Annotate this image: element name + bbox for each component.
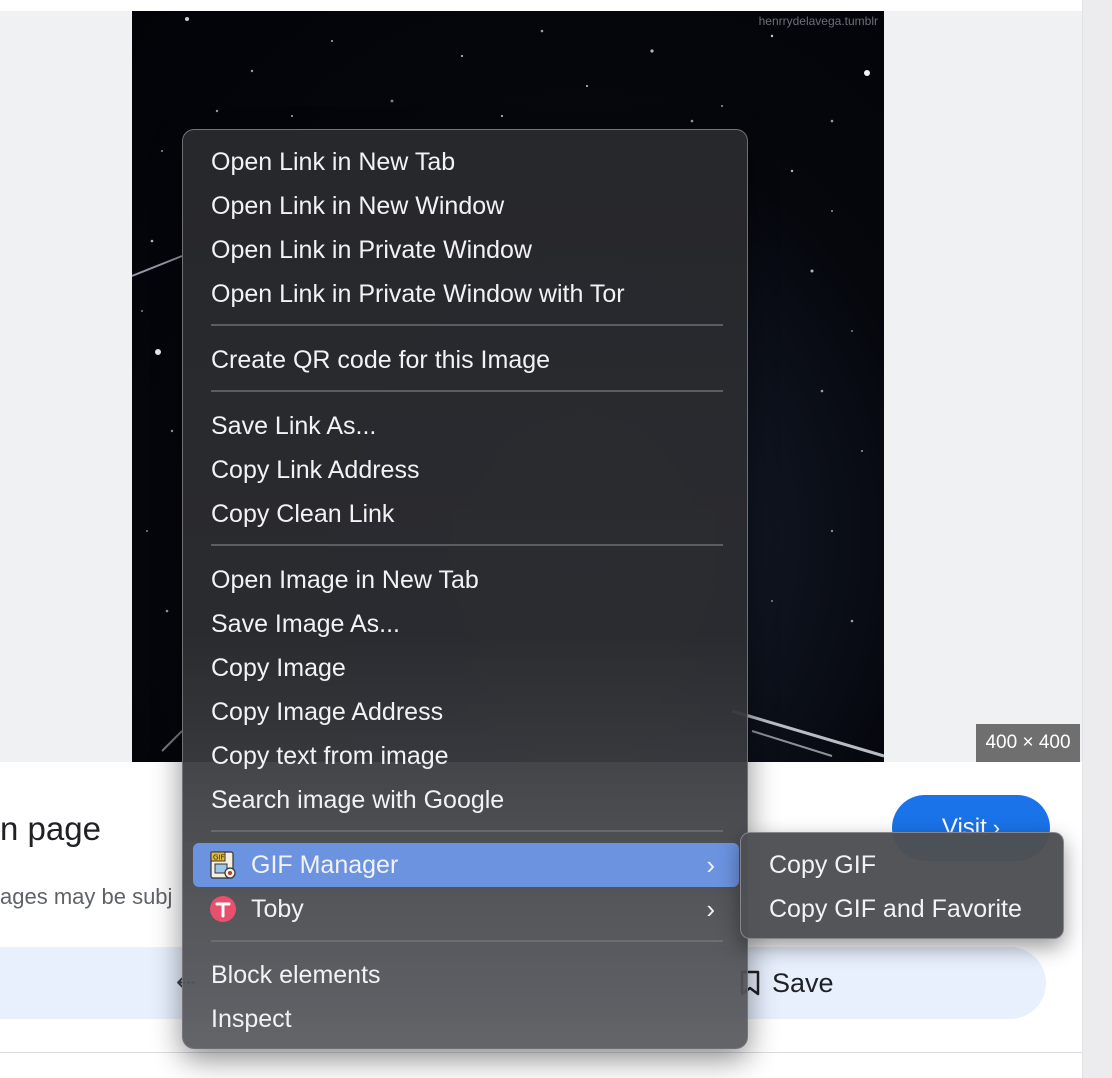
result-title[interactable]: n page [0,810,101,848]
menu-item-create-qr-code[interactable]: Create QR code for this Image [193,338,739,382]
menu-item-save-image-as[interactable]: Save Image As... [193,602,739,646]
context-menu: Open Link in New Tab Open Link in New Wi… [182,129,748,1049]
menu-separator [211,324,723,326]
gif-file-icon: GIF [207,849,239,881]
menu-item-block-elements[interactable]: Block elements [193,953,739,997]
toby-label: Toby [251,895,304,923]
gif-manager-label: GIF Manager [251,851,399,879]
menu-item-save-link-as[interactable]: Save Link As... [193,404,739,448]
menu-item-copy-link-address[interactable]: Copy Link Address [193,448,739,492]
menu-item-copy-image-address[interactable]: Copy Image Address [193,690,739,734]
menu-separator [211,544,723,546]
menu-item-inspect[interactable]: Inspect [193,997,739,1041]
menu-item-search-image-google[interactable]: Search image with Google [193,778,739,822]
toby-logo-icon [207,893,239,925]
menu-item-toby[interactable]: Toby › [193,887,739,931]
divider [0,1052,1082,1053]
menu-separator [211,390,723,392]
result-description: ages may be subj [0,884,173,909]
save-button[interactable]: Save [740,963,834,1003]
submenu-item-copy-gif[interactable]: Copy GIF [749,843,1055,887]
submenu-item-copy-gif-favorite[interactable]: Copy GIF and Favorite [749,887,1055,931]
chevron-right-icon: › [706,894,715,924]
menu-item-copy-text-from-image[interactable]: Copy text from image [193,734,739,778]
menu-item-copy-clean-link[interactable]: Copy Clean Link [193,492,739,536]
menu-item-open-link-new-window[interactable]: Open Link in New Window [193,184,739,228]
save-label: Save [772,967,834,998]
menu-separator [211,940,723,942]
chevron-right-icon: › [706,850,715,880]
menu-item-open-link-private-window[interactable]: Open Link in Private Window [193,228,739,272]
menu-separator [211,830,723,832]
menu-item-open-link-new-tab[interactable]: Open Link in New Tab [193,140,739,184]
scrollbar-track[interactable] [1082,0,1112,1078]
gif-manager-submenu: Copy GIF Copy GIF and Favorite [740,832,1064,939]
menu-item-copy-image[interactable]: Copy Image [193,646,739,690]
image-size-badge: 400 × 400 [976,724,1080,762]
menu-item-gif-manager[interactable]: GIF GIF Manager › [193,843,739,887]
page-top-strip [0,0,1082,11]
image-watermark: henrrydelavega.tumblr [758,14,878,28]
svg-text:GIF: GIF [213,854,225,862]
menu-item-open-image-new-tab[interactable]: Open Image in New Tab [193,558,739,602]
menu-item-open-link-private-tor[interactable]: Open Link in Private Window with Tor [193,272,739,316]
